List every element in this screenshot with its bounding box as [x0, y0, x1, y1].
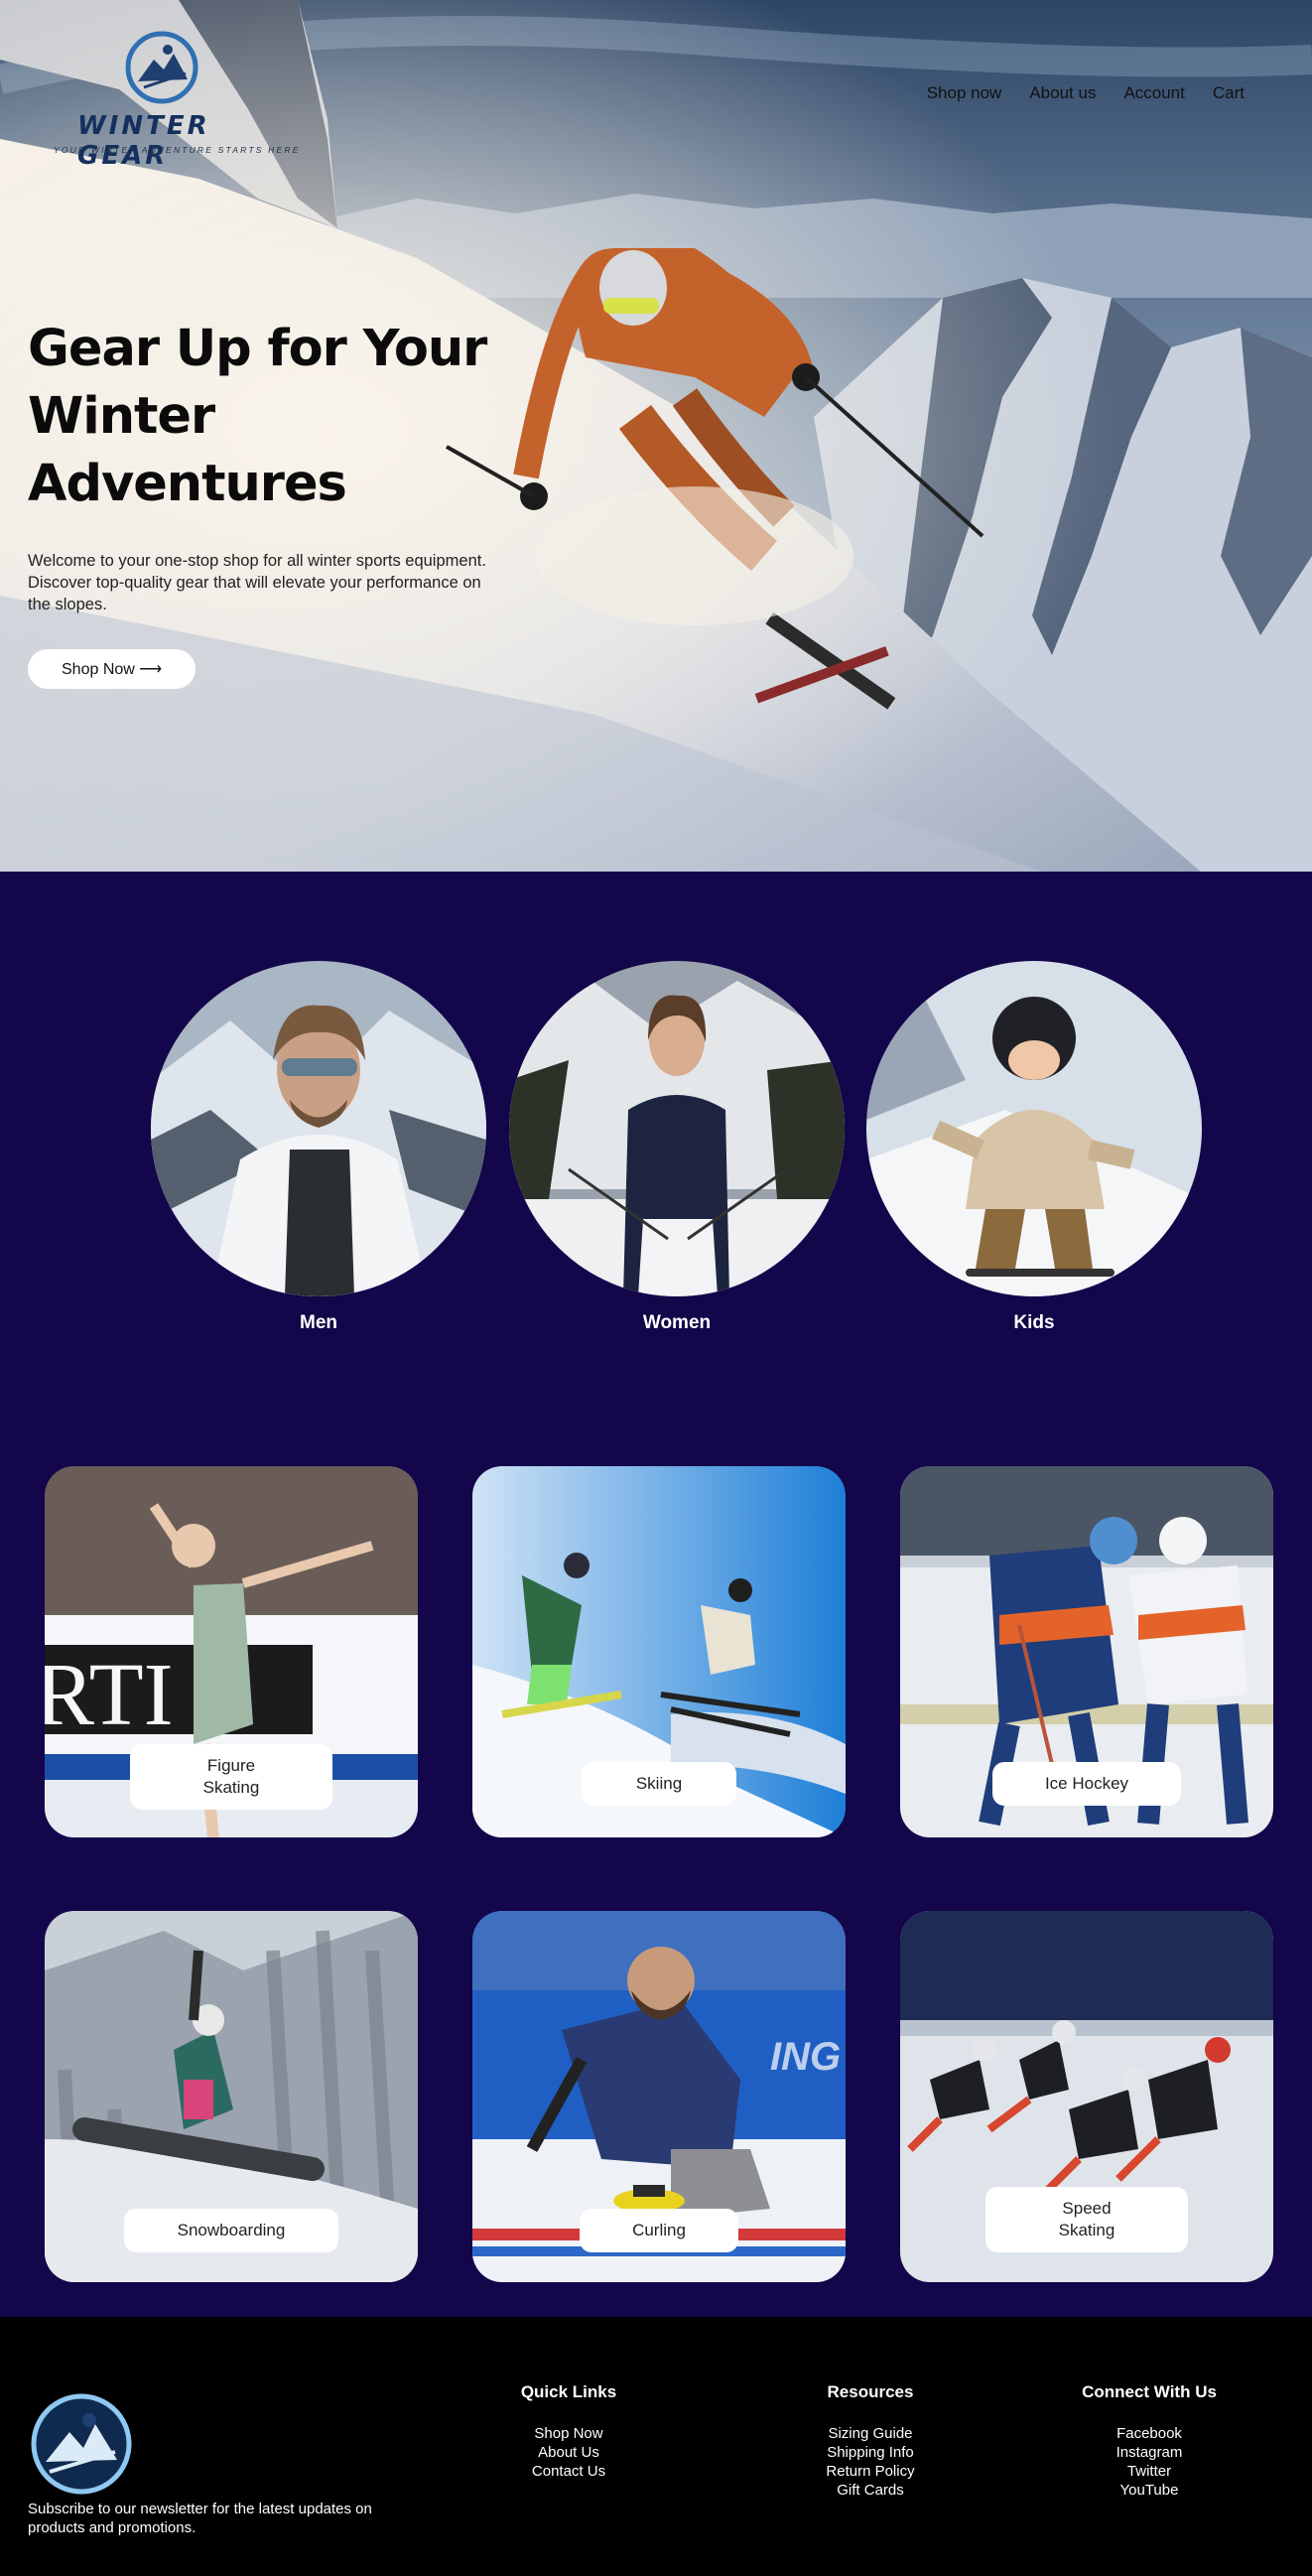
category-women-label: Women — [642, 1312, 712, 1333]
footer-quick-links: Quick Links Shop Now About Us Contact Us — [450, 2382, 688, 2481]
nav-account[interactable]: Account — [1123, 83, 1184, 103]
footer-link-twitter[interactable]: Twitter — [1030, 2462, 1268, 2481]
category-kids[interactable]: Kids — [866, 961, 1202, 1334]
footer-link-about-us[interactable]: About Us — [450, 2443, 688, 2462]
category-women[interactable]: Women — [509, 961, 845, 1334]
footer-link-instagram[interactable]: Instagram — [1030, 2443, 1268, 2462]
hero-text-block: Gear Up for Your Winter Adventures Welco… — [28, 316, 504, 689]
svg-text:RTI: RTI — [45, 1646, 174, 1744]
footer-logo-icon[interactable] — [30, 2392, 133, 2496]
category-men[interactable]: Men — [151, 961, 486, 1334]
category-men-label: Men — [300, 1312, 337, 1333]
sport-label-skiing[interactable]: Skiing — [582, 1762, 736, 1806]
category-women-image[interactable] — [509, 961, 845, 1296]
hero-section: WINTER GEAR YOUR WINTER ADVENTURE STARTS… — [0, 0, 1312, 872]
footer-link-shop-now[interactable]: Shop Now — [450, 2424, 688, 2443]
hero-title-line-1: Gear Up for Your — [28, 320, 487, 378]
category-men-image[interactable] — [151, 961, 486, 1296]
main-nav: Shop now About us Account Cart — [927, 83, 1245, 103]
hero-title-line-2: Winter Adventures — [28, 387, 347, 513]
category-kids-label: Kids — [1013, 1312, 1055, 1333]
figure-skating-line-2: Skating — [202, 1778, 260, 1797]
sport-card-curling[interactable]: ING Curling — [472, 1911, 846, 2282]
sport-card-snowboarding[interactable]: Snowboarding — [45, 1911, 418, 2282]
hero-title: Gear Up for Your Winter Adventures — [28, 316, 504, 518]
footer: Subscribe to our newsletter for the late… — [0, 2317, 1312, 2576]
footer-link-contact-us[interactable]: Contact Us — [450, 2462, 688, 2481]
footer-link-gift-cards[interactable]: Gift Cards — [751, 2481, 989, 2500]
category-kids-image[interactable] — [866, 961, 1202, 1296]
sport-card-ice-hockey[interactable]: Ice Hockey — [900, 1466, 1273, 1837]
hero-subtitle: Welcome to your one-stop shop for all wi… — [28, 552, 486, 613]
footer-link-return-policy[interactable]: Return Policy — [751, 2462, 989, 2481]
skier-emblem-icon — [125, 31, 198, 104]
footer-resources: Resources Sizing Guide Shipping Info Ret… — [751, 2382, 989, 2500]
brand-logo[interactable]: WINTER GEAR YOUR WINTER ADVENTURE STARTS… — [50, 30, 298, 171]
brand-tagline: YOUR WINTER ADVENTURE STARTS HERE — [54, 145, 301, 155]
sport-label-snowboarding[interactable]: Snowboarding — [124, 2209, 338, 2252]
nav-about-us[interactable]: About us — [1029, 83, 1096, 103]
footer-link-youtube[interactable]: YouTube — [1030, 2481, 1268, 2500]
shop-now-button[interactable]: Shop Now ⟶ — [28, 649, 197, 689]
svg-text:ING: ING — [770, 2035, 841, 2079]
sport-label-ice-hockey[interactable]: Ice Hockey — [992, 1762, 1181, 1806]
footer-connect: Connect With Us Facebook Instagram Twitt… — [1030, 2382, 1268, 2500]
sport-card-skiing[interactable]: Skiing — [472, 1466, 846, 1837]
nav-cart[interactable]: Cart — [1213, 83, 1245, 103]
sport-label-figure-skating[interactable]: Figure Skating — [130, 1744, 332, 1810]
sport-card-speed-skating[interactable]: Speed Skating — [900, 1911, 1273, 2282]
resources-heading: Resources — [827, 2382, 914, 2401]
sport-card-figure-skating[interactable]: RTI Figure Skating — [45, 1466, 418, 1837]
footer-link-shipping-info[interactable]: Shipping Info — [751, 2443, 989, 2462]
nav-shop-now[interactable]: Shop now — [927, 83, 1002, 103]
speed-skating-line-2: Skating — [1058, 2221, 1115, 2239]
speed-skating-line-1: Speed — [1062, 2199, 1112, 2218]
sport-label-curling[interactable]: Curling — [580, 2209, 738, 2252]
newsletter-text: Subscribe to our newsletter for the late… — [28, 2501, 372, 2536]
connect-heading: Connect With Us — [1082, 2382, 1217, 2401]
brand-name: WINTER GEAR — [77, 111, 210, 171]
sport-label-speed-skating[interactable]: Speed Skating — [985, 2187, 1188, 2252]
footer-link-sizing-guide[interactable]: Sizing Guide — [751, 2424, 989, 2443]
footer-link-facebook[interactable]: Facebook — [1030, 2424, 1268, 2443]
figure-skating-line-1: Figure — [206, 1756, 256, 1775]
quick-links-heading: Quick Links — [520, 2382, 617, 2401]
